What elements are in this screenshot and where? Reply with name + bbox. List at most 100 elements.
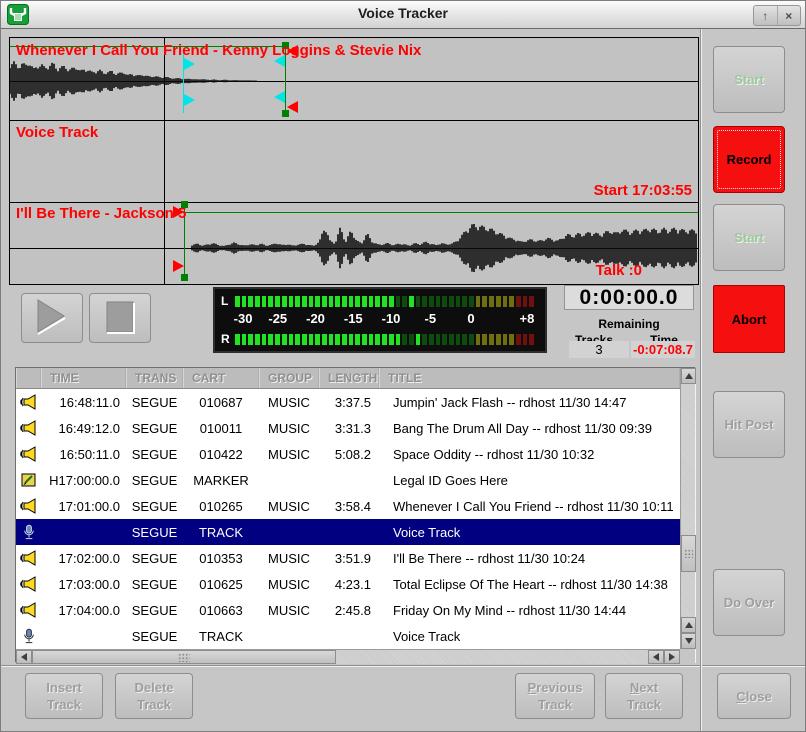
playlist-row[interactable]: H17:00:00.0SEGUEMARKERLegal ID Goes Here — [16, 467, 680, 493]
track1-talk-marker-top[interactable] — [184, 58, 195, 70]
track1-talk-marker-bottom[interactable] — [184, 94, 195, 106]
meter-left-segments — [235, 296, 536, 307]
insert-label-1: Insert — [46, 679, 81, 696]
delete-label-2: Track — [137, 696, 171, 713]
scroll-up-button-2[interactable] — [681, 617, 696, 633]
row-title: Total Eclipse Of The Heart -- rdhost 11/… — [379, 577, 680, 592]
row-group: MUSIC — [259, 395, 319, 410]
previous-track-button[interactable]: Previous Track — [515, 673, 595, 719]
playlist-row[interactable]: 17:04:00.0SEGUE010663MUSIC2:45.8Friday O… — [16, 597, 680, 623]
insert-track-button[interactable]: Insert Track — [25, 673, 103, 719]
scroll-right-button[interactable] — [664, 650, 680, 664]
row-group: MUSIC — [259, 551, 319, 566]
col-trans[interactable]: TRANS — [126, 368, 183, 388]
vertical-scroll-thumb[interactable] — [681, 535, 696, 572]
playlist-row[interactable]: 17:02:00.0SEGUE010353MUSIC3:51.9I'll Be … — [16, 545, 680, 571]
scale-tick: 0 — [467, 311, 474, 326]
next-label-2: Track — [627, 696, 661, 713]
start2-label: Start — [734, 229, 764, 246]
track2-start-time: Start 17:03:55 — [594, 182, 692, 199]
playlist-row[interactable]: 16:48:11.0SEGUE010687MUSIC3:37.5Jumpin' … — [16, 389, 680, 415]
thumb-grip — [684, 549, 693, 558]
vertical-scrollbar[interactable] — [680, 368, 695, 649]
row-group: MUSIC — [259, 421, 319, 436]
right-separator — [700, 29, 702, 732]
playlist-row[interactable]: 17:03:00.0SEGUE010625MUSIC4:23.1Total Ec… — [16, 571, 680, 597]
scroll-down-button[interactable] — [681, 633, 696, 649]
play-button[interactable] — [21, 293, 83, 343]
row-icon — [16, 498, 41, 514]
speaker-icon — [20, 576, 38, 592]
row-icon — [16, 472, 41, 488]
track1-title: Whenever I Call You Friend - Kenny Loggi… — [16, 42, 421, 59]
hit-post-button[interactable]: Hit Post — [713, 391, 785, 458]
row-group: MUSIC — [259, 577, 319, 592]
start1-button[interactable]: Start — [713, 46, 785, 113]
window-title: Voice Tracker — [1, 5, 805, 21]
shade-button[interactable]: ↑ — [754, 6, 778, 25]
playlist-row[interactable]: 16:49:12.0SEGUE010011MUSIC3:31.3Bang The… — [16, 415, 680, 441]
track-panes[interactable]: Whenever I Call You Friend - Kenny Loggi… — [9, 37, 699, 285]
col-title[interactable]: TITLE — [379, 368, 680, 388]
row-length: 5:08.2 — [319, 447, 379, 462]
track2-title: Voice Track — [16, 124, 98, 141]
previous-label-2: Track — [538, 696, 572, 713]
col-length[interactable]: LENGTH — [319, 368, 379, 388]
delete-track-button[interactable]: Delete Track — [115, 673, 193, 719]
scale-tick: -5 — [424, 311, 436, 326]
playlist-header: TIME TRANS CART GROUP LENGTH TITLE — [16, 368, 680, 389]
next-track-button[interactable]: Next Track — [605, 673, 683, 719]
horizontal-scroll-thumb[interactable] — [32, 650, 336, 664]
row-trans: SEGUE — [126, 629, 183, 644]
record-button[interactable]: Record — [713, 126, 785, 193]
row-icon — [16, 394, 41, 410]
playlist-row[interactable]: 17:01:00.0SEGUE010265MUSIC3:58.4Whenever… — [16, 493, 680, 519]
track1-talk-end-bottom[interactable] — [274, 91, 285, 103]
col-time[interactable]: TIME — [41, 368, 126, 388]
microphone-icon — [20, 628, 38, 644]
speaker-icon — [20, 550, 38, 566]
track1-waveform — [10, 61, 256, 100]
do-over-button[interactable]: Do Over — [713, 569, 785, 636]
col-icon[interactable] — [16, 368, 41, 388]
scroll-left-button-2[interactable] — [648, 650, 664, 664]
row-group: MUSIC — [259, 447, 319, 462]
scrollbar-corner — [680, 649, 695, 664]
col-group[interactable]: GROUP — [259, 368, 319, 388]
row-cart: MARKER — [183, 473, 259, 488]
row-title: Bang The Drum All Day -- rdhost 11/30 09… — [379, 421, 680, 436]
track3-fade-marker-bottom[interactable] — [173, 260, 184, 272]
scale-tick: -15 — [344, 311, 363, 326]
horizontal-scrollbar[interactable] — [16, 649, 680, 664]
scroll-left-button[interactable] — [16, 650, 32, 664]
play-icon — [34, 298, 70, 338]
row-icon — [16, 420, 41, 436]
col-cart[interactable]: CART — [183, 368, 259, 388]
focus-outline — [717, 130, 781, 189]
playlist-rows: 16:48:11.0SEGUE010687MUSIC3:37.5Jumpin' … — [16, 389, 680, 650]
row-trans: SEGUE — [126, 447, 183, 462]
meter-scale: -30 -25 -20 -15 -10 -5 0 +8 — [237, 311, 539, 327]
playlist-row[interactable]: SEGUETRACKVoice Track — [16, 519, 680, 545]
elapsed-time-display: 0:00:00.0 — [564, 285, 694, 310]
hit-post-label: Hit Post — [724, 416, 773, 433]
track1-fade-marker-bottom[interactable] — [287, 101, 298, 113]
scroll-up-button[interactable] — [681, 368, 696, 384]
track3-marker-handle-bottom[interactable] — [181, 274, 188, 281]
row-trans: SEGUE — [126, 499, 183, 514]
close-window-button[interactable]: × — [778, 6, 801, 25]
previous-label-1: Previous — [528, 679, 583, 696]
playlist-row[interactable]: SEGUETRACKVoice Track — [16, 623, 680, 649]
insert-label-2: Track — [47, 696, 81, 713]
meter-right-segments — [235, 334, 536, 345]
row-title: I'll Be There -- rdhost 11/30 10:24 — [379, 551, 680, 566]
row-cart: 010422 — [183, 447, 259, 462]
playlist-row[interactable]: 16:50:11.0SEGUE010422MUSIC5:08.2Space Od… — [16, 441, 680, 467]
close-button[interactable]: Close — [717, 673, 791, 719]
window-controls: ↑ × — [753, 5, 801, 26]
meter-left-label: L — [221, 294, 235, 308]
start2-button[interactable]: Start — [713, 204, 785, 271]
abort-button[interactable]: Abort — [713, 285, 785, 353]
elapsed-time-value: 0:00:00.0 — [580, 286, 679, 310]
stop-button[interactable] — [89, 293, 151, 343]
